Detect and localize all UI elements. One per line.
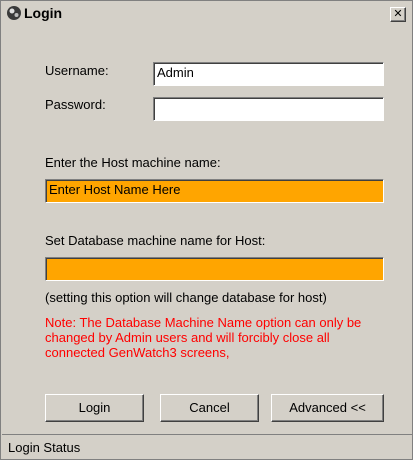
login-button[interactable]: Login (45, 394, 144, 422)
password-field[interactable] (153, 97, 384, 121)
close-icon: ✕ (393, 8, 403, 20)
admin-note: Note: The Database Machine Name option c… (45, 315, 362, 360)
status-bar: Login Status (2, 434, 412, 460)
window-title: Login (24, 5, 63, 21)
username-field[interactable]: Admin (153, 62, 384, 86)
login-dialog: Login ✕ Username: Admin Password: Enter … (0, 0, 413, 460)
cancel-button[interactable]: Cancel (160, 394, 259, 422)
db-hint: (setting this option will change databas… (45, 290, 327, 305)
username-label: Username: (45, 63, 109, 78)
app-icon (7, 6, 21, 20)
status-text: Login Status (8, 440, 81, 455)
title-bar: Login ✕ (2, 2, 410, 24)
host-label: Enter the Host machine name: (45, 155, 221, 170)
close-button[interactable]: ✕ (390, 7, 406, 22)
advanced-button[interactable]: Advanced << (271, 394, 384, 422)
db-field[interactable] (45, 257, 384, 281)
host-field[interactable]: Enter Host Name Here (45, 179, 384, 203)
password-label: Password: (45, 97, 106, 112)
db-label: Set Database machine name for Host: (45, 233, 266, 248)
